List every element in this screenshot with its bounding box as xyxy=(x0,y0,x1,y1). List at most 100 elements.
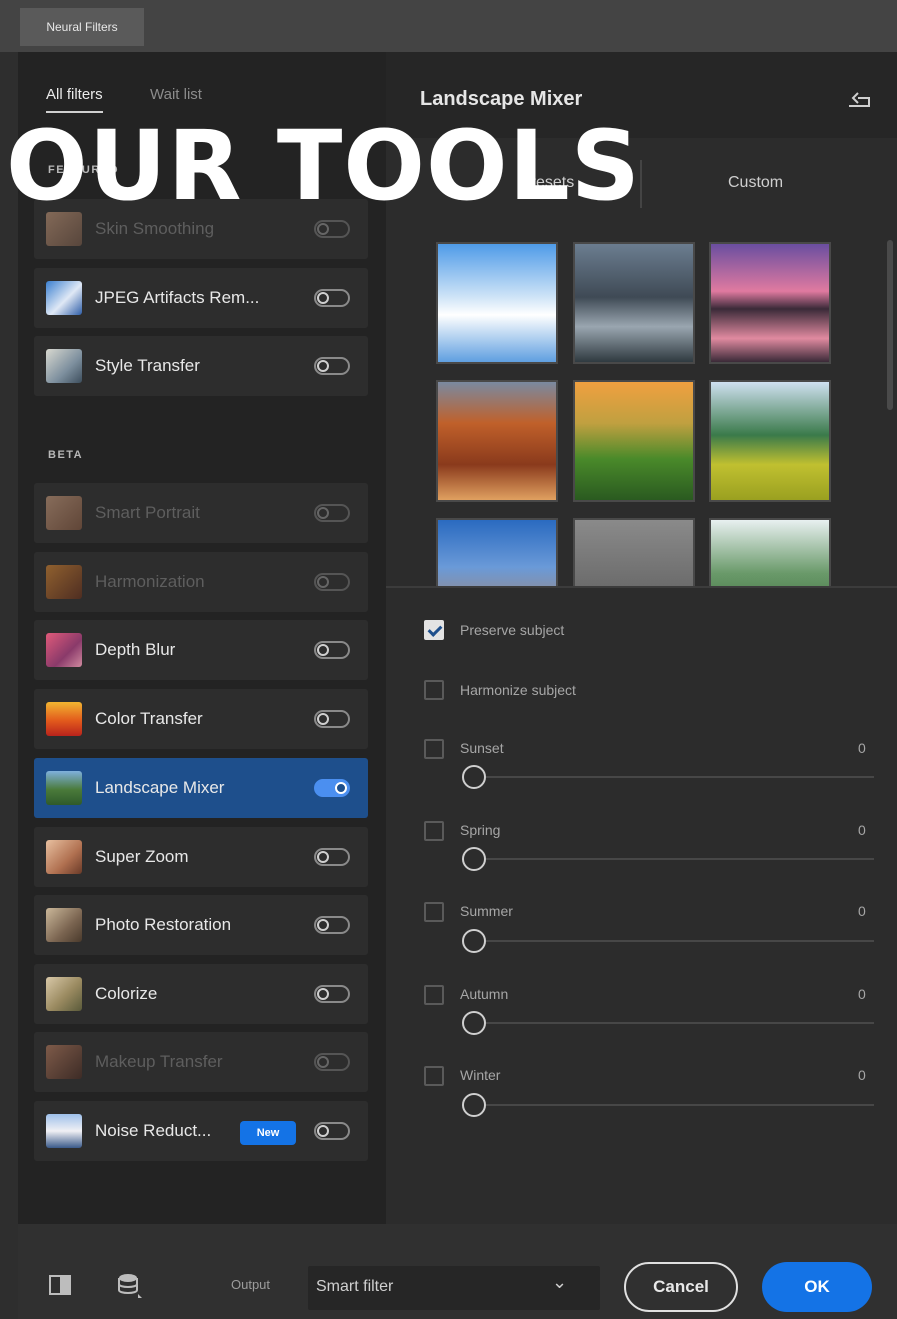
filter-toggle[interactable] xyxy=(314,916,350,934)
toggle-knob xyxy=(317,360,329,372)
preserve-subject-label: Preserve subject xyxy=(460,622,565,638)
preset-thumbnail[interactable] xyxy=(436,242,558,364)
segment-custom[interactable]: Custom xyxy=(728,174,783,192)
winter-slider-track[interactable] xyxy=(486,1104,874,1106)
filter-toggle[interactable] xyxy=(314,1122,350,1140)
filter-row-photo-restoration[interactable]: Photo Restoration xyxy=(34,895,368,955)
toggle-knob xyxy=(317,1125,329,1137)
chevron-down-icon[interactable]: ⌄ xyxy=(552,1272,567,1293)
autumn-slider-track[interactable] xyxy=(486,1022,874,1024)
winter-checkbox[interactable] xyxy=(424,1066,444,1086)
spring-value: 0 xyxy=(858,822,866,838)
summer-value: 0 xyxy=(858,903,866,919)
harmonize-subject-checkbox[interactable] xyxy=(424,680,444,700)
left-edge xyxy=(0,52,18,1319)
filter-label: Depth Blur xyxy=(95,640,176,659)
filter-label: Noise Reduct... xyxy=(95,1121,212,1140)
filter-row-harmonization[interactable]: Harmonization xyxy=(34,552,368,612)
filter-toggle[interactable] xyxy=(314,357,350,375)
filter-toggle[interactable] xyxy=(314,848,350,866)
filter-row-landscape-mixer[interactable]: Landscape Mixer xyxy=(34,758,368,818)
filter-label: Style Transfer xyxy=(95,356,200,375)
toggle-knob xyxy=(335,782,347,794)
filter-label: Harmonization xyxy=(95,572,205,591)
summer-slider-thumb[interactable] xyxy=(462,929,486,953)
layers-icon[interactable] xyxy=(116,1270,144,1302)
winter-slider-thumb[interactable] xyxy=(462,1093,486,1117)
preset-scrollbar[interactable] xyxy=(887,240,893,410)
preset-thumbnail[interactable] xyxy=(709,518,831,586)
overlay-headline: OUR TOOLS xyxy=(6,110,641,222)
winter-label: Winter xyxy=(460,1067,501,1083)
sunset-checkbox[interactable] xyxy=(424,739,444,759)
beta-section-label: BETA xyxy=(48,449,84,461)
filter-toggle[interactable] xyxy=(314,710,350,728)
filter-row-depth-blur[interactable]: Depth Blur xyxy=(34,620,368,680)
filter-row-jpeg-artifacts[interactable]: JPEG Artifacts Rem... xyxy=(34,268,368,328)
title-bar: Neural Filters xyxy=(0,0,897,52)
filter-toggle[interactable] xyxy=(314,289,350,307)
filter-row-super-zoom[interactable]: Super Zoom xyxy=(34,827,368,887)
preview-toggle-icon[interactable] xyxy=(48,1274,72,1296)
preset-thumbnail[interactable] xyxy=(709,242,831,364)
filter-toggle[interactable] xyxy=(314,641,350,659)
sunset-label: Sunset xyxy=(460,740,504,756)
preset-thumbnail[interactable] xyxy=(573,242,695,364)
toggle-knob xyxy=(317,713,329,725)
filter-toggle[interactable] xyxy=(314,779,350,797)
filter-label: Smart Portrait xyxy=(95,503,200,522)
spring-slider-thumb[interactable] xyxy=(462,847,486,871)
cancel-button[interactable]: Cancel xyxy=(624,1262,738,1312)
ok-button[interactable]: OK xyxy=(762,1262,872,1312)
toggle-knob xyxy=(317,919,329,931)
preserve-subject-checkbox[interactable] xyxy=(424,620,444,640)
summer-slider-track[interactable] xyxy=(486,940,874,942)
reset-icon[interactable] xyxy=(846,88,872,112)
filter-row-smart-portrait[interactable]: Smart Portrait xyxy=(34,483,368,543)
filter-label: Colorize xyxy=(95,984,158,1003)
preset-grid xyxy=(386,224,897,586)
autumn-checkbox[interactable] xyxy=(424,985,444,1005)
smart-portrait-thumb xyxy=(46,496,82,530)
preset-thumbnail[interactable] xyxy=(709,380,831,502)
spring-checkbox[interactable] xyxy=(424,821,444,841)
autumn-slider-thumb[interactable] xyxy=(462,1011,486,1035)
filter-toggle[interactable] xyxy=(314,1053,350,1071)
filter-row-style-transfer[interactable]: Style Transfer xyxy=(34,336,368,396)
settings-title: Landscape Mixer xyxy=(420,88,583,110)
harmonization-thumb xyxy=(46,565,82,599)
filter-row-colorize[interactable]: Colorize xyxy=(34,964,368,1024)
settings-divider xyxy=(386,586,897,588)
window-title[interactable]: Neural Filters xyxy=(20,8,144,46)
filter-label: Color Transfer xyxy=(95,709,203,728)
preset-thumbnail[interactable] xyxy=(436,518,558,586)
preset-thumbnail[interactable] xyxy=(436,380,558,502)
color-transfer-thumb xyxy=(46,702,82,736)
filter-row-makeup-transfer[interactable]: Makeup Transfer xyxy=(34,1032,368,1092)
toggle-knob xyxy=(317,851,329,863)
filter-toggle[interactable] xyxy=(314,220,350,238)
filter-label: Super Zoom xyxy=(95,847,189,866)
summer-checkbox[interactable] xyxy=(424,902,444,922)
output-label: Output xyxy=(231,1277,271,1292)
autumn-label: Autumn xyxy=(460,986,509,1002)
sunset-slider-track[interactable] xyxy=(486,776,874,778)
filter-toggle[interactable] xyxy=(314,985,350,1003)
preset-thumbnail[interactable] xyxy=(573,518,695,586)
filter-toggle[interactable] xyxy=(314,573,350,591)
output-select-value: Smart filter xyxy=(316,1278,394,1295)
tab-wait-list[interactable]: Wait list xyxy=(150,86,202,103)
new-badge: New xyxy=(240,1121,296,1145)
preset-thumbnail[interactable] xyxy=(573,380,695,502)
filter-toggle[interactable] xyxy=(314,504,350,522)
filter-row-noise-reduction[interactable]: Noise Reduct... New xyxy=(34,1101,368,1161)
depth-blur-thumb xyxy=(46,633,82,667)
spring-slider-track[interactable] xyxy=(486,858,874,860)
toggle-knob xyxy=(317,292,329,304)
sunset-slider-thumb[interactable] xyxy=(462,765,486,789)
filter-label: JPEG Artifacts Rem... xyxy=(95,288,260,307)
spring-label: Spring xyxy=(460,822,501,838)
filter-row-color-transfer[interactable]: Color Transfer xyxy=(34,689,368,749)
tab-all-filters[interactable]: All filters xyxy=(46,86,103,113)
jpeg-artifacts-thumb xyxy=(46,281,82,315)
